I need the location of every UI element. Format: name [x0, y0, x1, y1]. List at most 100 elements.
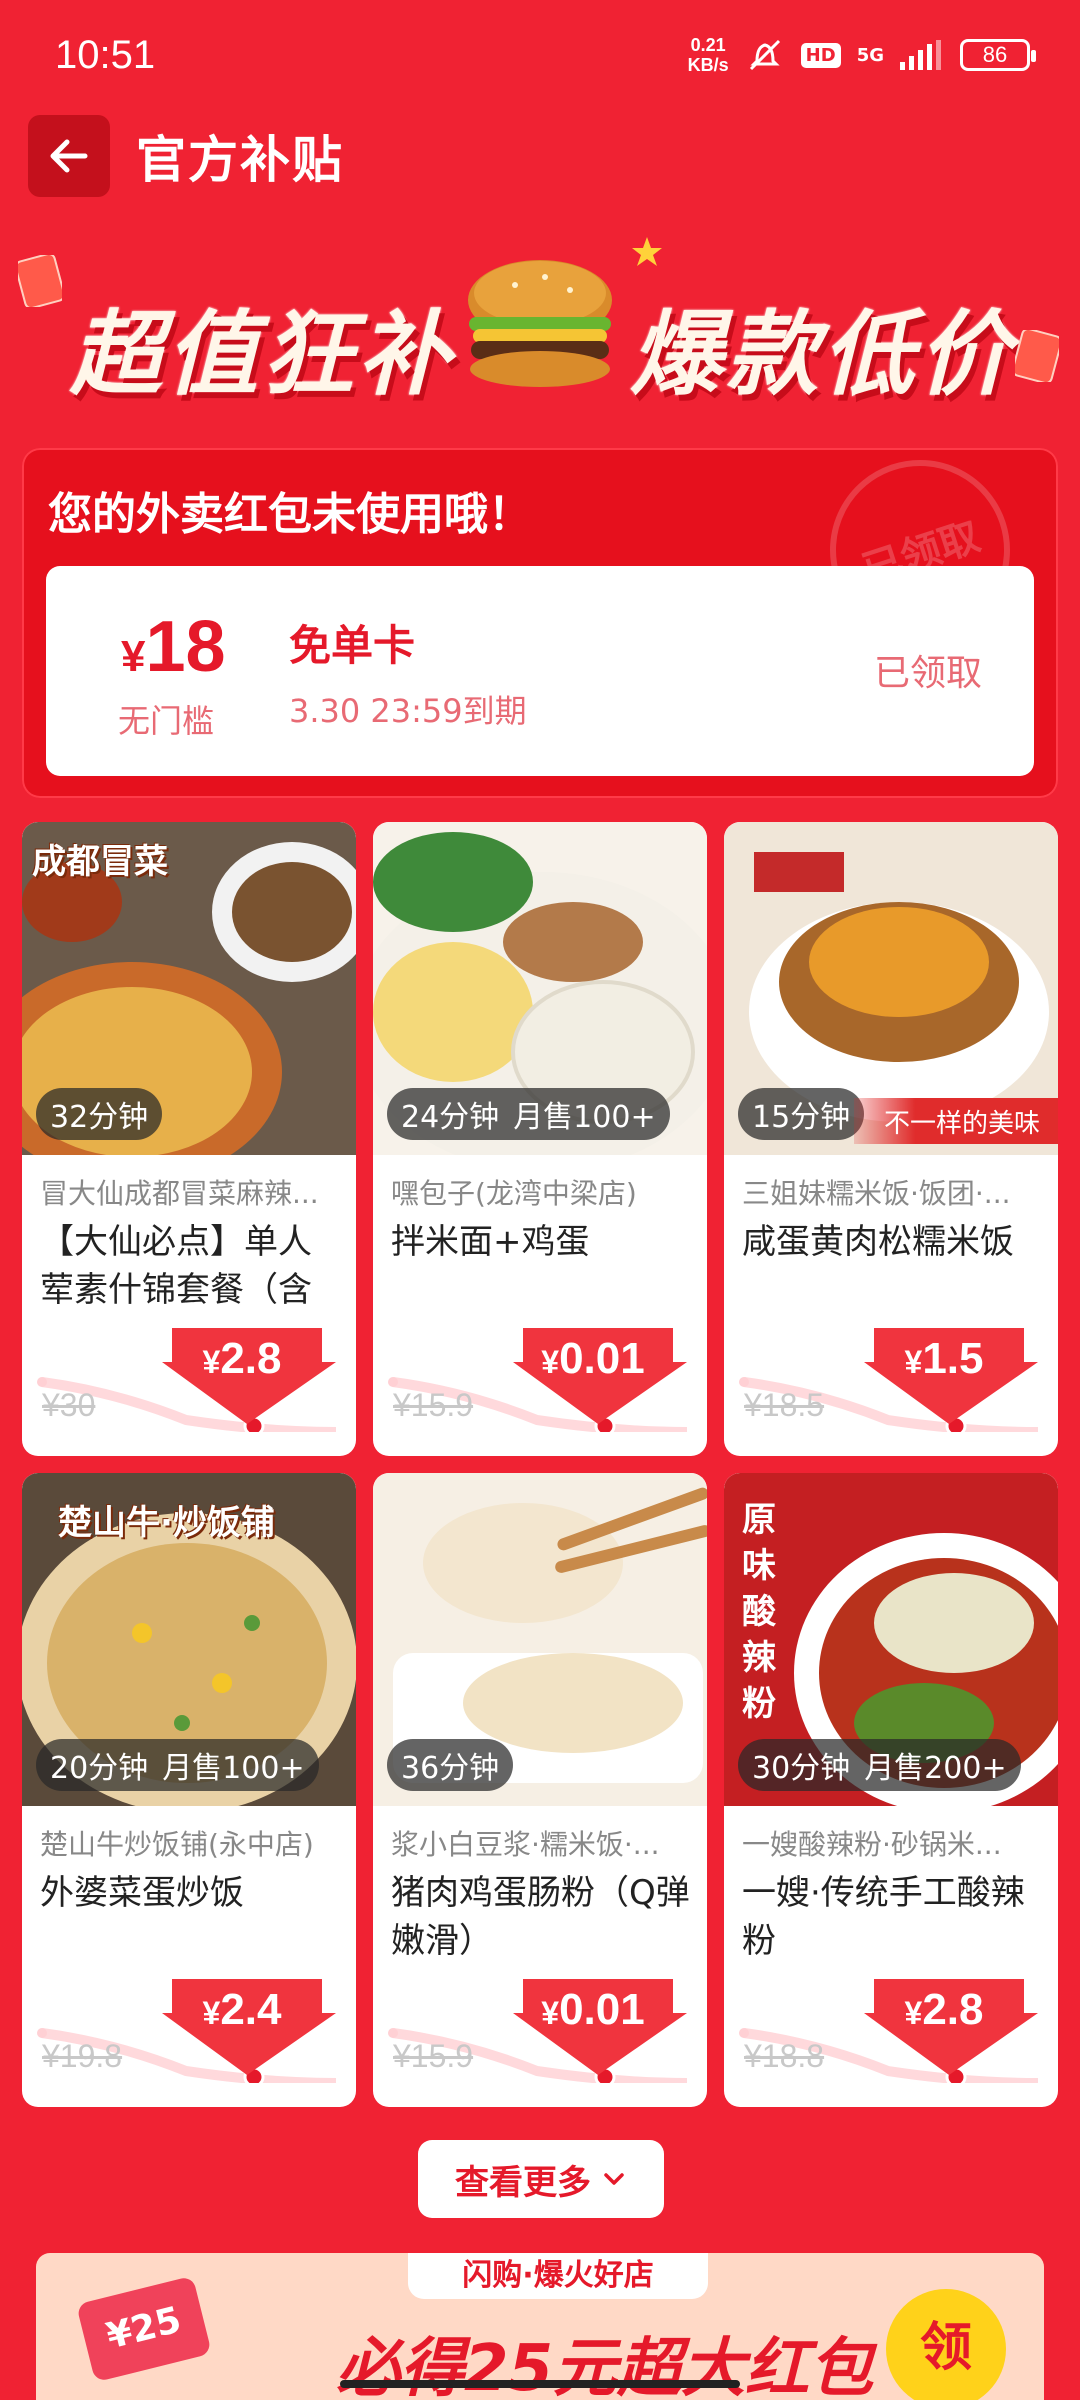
price-tag: ¥2.4	[162, 1979, 336, 2075]
delivery-time: 30分钟	[752, 1751, 851, 1786]
price-currency: ¥	[202, 1995, 221, 2031]
price-tag: ¥2.8	[162, 1328, 336, 1424]
shop-name: 楚山牛炒饭铺(永中店)	[40, 1828, 314, 1861]
price-currency: ¥	[202, 1344, 221, 1380]
shop-name: 一嫂酸辣粉·砂锅米...	[742, 1828, 1002, 1861]
price-tag: ¥0.01	[513, 1979, 687, 2075]
coupon-currency: ¥	[121, 632, 146, 681]
net-speed: 0.21 KB/s	[688, 35, 729, 75]
banner-left-text: 超值狂补	[70, 301, 455, 408]
status-bar: 10:51 0.21 KB/s HD 5G 86	[0, 0, 1080, 110]
burger-icon	[468, 260, 612, 387]
star-icon	[632, 237, 662, 266]
image-caption: 成都冒菜	[32, 842, 168, 882]
original-price: ¥15.9	[393, 1387, 474, 1423]
price: ¥1.5	[864, 1334, 1024, 1384]
page-title: 官方补贴	[136, 131, 344, 189]
price-value: 2.8	[922, 1985, 984, 2034]
arrow-left-icon	[50, 139, 88, 173]
eta-badge: 30分钟 月售200+	[738, 1739, 1021, 1791]
shop-name: 嘿包子(龙湾中梁店)	[391, 1177, 637, 1210]
original-price: ¥18.8	[744, 2038, 825, 2074]
delivery-time: 32分钟	[50, 1100, 149, 1135]
shop-name: 三姐妹糯米饭·饭团·...	[742, 1177, 1011, 1210]
dish-name: 咸蛋黄肉松糯米饭	[742, 1222, 1014, 1262]
price-value: 2.8	[220, 1334, 282, 1383]
eta-badge: 36分钟	[387, 1739, 514, 1791]
bottom-promo-banner[interactable]: ¥25 闪购·爆火好店 必得25元超大红包 领	[36, 2253, 1044, 2400]
original-price: ¥19.8	[42, 2038, 123, 2074]
dish-name: 拌米面+鸡蛋	[391, 1222, 590, 1262]
back-button[interactable]	[28, 115, 110, 197]
see-more-button[interactable]: 查看更多	[418, 2140, 664, 2218]
price-currency: ¥	[541, 1995, 560, 2031]
eta-badge: 32分钟	[36, 1088, 163, 1140]
product-card[interactable]: 成都冒菜 32分钟 冒大仙成都冒菜麻辣... 【大仙必点】单人荤素什锦套餐（含 …	[22, 822, 356, 1456]
product-card[interactable]: 24分钟 月售100+ 嘿包子(龙湾中梁店) 拌米面+鸡蛋 ¥0.01 ¥15.…	[373, 822, 707, 1456]
store-tag: 闪购·爆火好店	[408, 2253, 708, 2299]
product-image: 成都冒菜 32分钟	[22, 822, 356, 1155]
coupon-amount: ¥18	[121, 606, 226, 688]
product-card[interactable]: 15分钟 不一样的美味 三姐妹糯米饭·饭团·... 咸蛋黄肉松糯米饭 ¥1.5 …	[724, 822, 1058, 1456]
price: ¥0.01	[513, 1985, 673, 2035]
coupon-name: 免单卡	[289, 621, 416, 670]
eta-badge: 24分钟 月售100+	[387, 1088, 670, 1140]
delivery-time: 15分钟	[752, 1100, 851, 1135]
claim-button[interactable]: 领	[886, 2289, 1006, 2400]
delivery-time: 24分钟	[401, 1100, 500, 1135]
original-price: ¥30	[42, 1387, 96, 1423]
delivery-time: 20分钟	[50, 1751, 149, 1786]
price: ¥0.01	[513, 1334, 673, 1384]
price-currency: ¥	[904, 1344, 923, 1380]
product-card[interactable]: 楚山牛·炒饭铺 20分钟 月售100+ 楚山牛炒饭铺(永中店) 外婆菜蛋炒饭 ¥…	[22, 1473, 356, 2107]
network-type: 5G	[856, 44, 884, 66]
red-envelope-icon	[1015, 330, 1059, 382]
dish-name: 一嫂·传统手工酸辣粉	[742, 1873, 1025, 1961]
original-price: ¥15.9	[393, 2038, 474, 2074]
promo-strip: 不一样的美味	[853, 1098, 1058, 1144]
red-envelope-icon	[18, 255, 62, 307]
price: ¥2.8	[864, 1985, 1024, 2035]
coupon-threshold: 无门槛	[118, 702, 215, 740]
see-more-label: 查看更多	[455, 2162, 591, 2203]
product-image: 24分钟 月售100+	[373, 822, 707, 1155]
net-speed-unit: KB/s	[687, 55, 729, 75]
price: ¥2.4	[162, 1985, 322, 2035]
price-currency: ¥	[904, 1995, 923, 2031]
eta-badge: 20分钟 月售100+	[36, 1739, 319, 1791]
delivery-time: 36分钟	[401, 1751, 500, 1786]
coupon-heading: 您的外卖红包未使用哦！	[48, 489, 532, 540]
net-speed-value: 0.21	[690, 35, 726, 55]
coupon-item[interactable]: ¥18 无门槛 免单卡 3.30 23:59到期 已领取	[46, 566, 1034, 776]
price-value: 2.4	[220, 1985, 282, 2034]
promo-text: 不一样的美味	[883, 1108, 1040, 1139]
product-image: 36分钟	[373, 1473, 707, 1806]
image-caption: 原味酸辣粉	[742, 1500, 776, 1724]
price: ¥2.8	[162, 1334, 322, 1384]
shop-name: 冒大仙成都冒菜麻辣...	[40, 1177, 319, 1210]
price-value: 0.01	[559, 1334, 645, 1383]
price-tag: ¥2.8	[864, 1979, 1038, 2075]
product-card[interactable]: 原味酸辣粉 30分钟 月售200+ 一嫂酸辣粉·砂锅米... 一嫂·传统手工酸辣…	[724, 1473, 1058, 2107]
product-image: 楚山牛·炒饭铺 20分钟 月售100+	[22, 1473, 356, 1806]
product-image: 15分钟 不一样的美味	[724, 822, 1058, 1155]
shop-name: 浆小白豆浆·糯米饭·...	[391, 1828, 660, 1861]
price-tag: ¥0.01	[513, 1328, 687, 1424]
chevron-down-icon	[604, 2173, 624, 2185]
dish-name: 外婆菜蛋炒饭	[40, 1873, 244, 1913]
product-image: 原味酸辣粉 30分钟 月售200+	[724, 1473, 1058, 1806]
coupon-status: 已领取	[873, 653, 982, 694]
product-card[interactable]: 36分钟 浆小白豆浆·糯米饭·... 猪肉鸡蛋肠粉（Q弹嫩滑） ¥0.01 ¥1…	[373, 1473, 707, 2107]
monthly-sales: 月售200+	[864, 1751, 1007, 1786]
signal-icon	[900, 40, 941, 70]
promo-banner: 超值狂补 爆款低价	[0, 225, 1080, 425]
hd-badge: HD	[800, 42, 841, 68]
dish-name: 【大仙必点】单人荤素什锦套餐（含	[40, 1222, 312, 1310]
mute-icon	[749, 39, 780, 71]
original-price: ¥18.5	[744, 1387, 825, 1423]
dish-name: 猪肉鸡蛋肠粉（Q弹嫩滑）	[391, 1873, 690, 1961]
price-tag: ¥1.5	[864, 1328, 1038, 1424]
home-indicator[interactable]	[340, 2380, 740, 2388]
page-header: 官方补贴	[28, 115, 344, 197]
banner-right-text: 爆款低价	[630, 301, 1015, 408]
